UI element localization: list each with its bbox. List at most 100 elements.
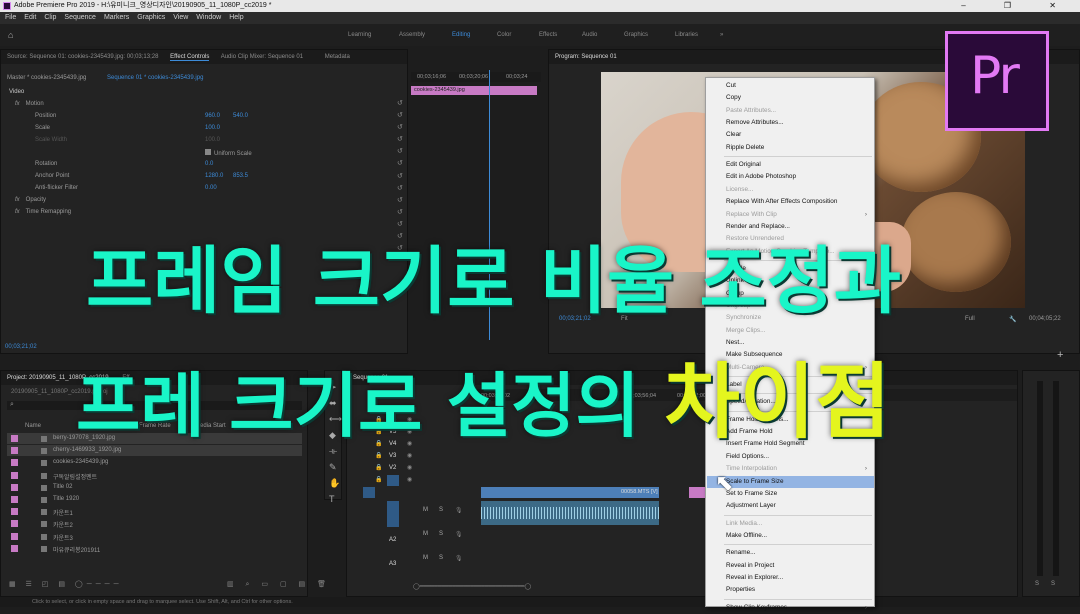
tab-effect-controls[interactable]: Effect Controls	[170, 54, 210, 61]
menu-item-properties[interactable]: Properties	[726, 584, 871, 596]
track-header-v1[interactable]: 🔒V1◉	[351, 475, 475, 486]
scale-width-value: 100.0	[205, 137, 221, 143]
motion-label[interactable]: fx Motion	[15, 101, 44, 107]
ec-clip-bar[interactable]: cookies-2345439.jpg	[411, 86, 537, 95]
uniform-scale-checkbox[interactable]: Uniform Scale	[205, 149, 252, 157]
sequence-clip-label[interactable]: Sequence 01 * cookies-2345439.jpg	[107, 75, 203, 81]
track-header-a1[interactable]: A1MS🎙	[351, 507, 475, 531]
microphone-icon[interactable]: 🎙	[455, 555, 463, 562]
timeline-clip-mts[interactable]: 00058.MTS [V]	[481, 487, 659, 498]
workspace-editing[interactable]: Editing	[452, 24, 470, 46]
menu-item-clear[interactable]: Clear	[726, 129, 871, 141]
menu-item-cut[interactable]: Cut	[726, 80, 871, 92]
lock-icon[interactable]: 🔒	[375, 464, 382, 471]
eye-icon[interactable]: ◉	[407, 476, 412, 483]
track-header-a3[interactable]: A3 M S 🎙	[351, 555, 475, 579]
menu-item-reveal-in-explorer[interactable]: Reveal in Explorer...	[726, 572, 871, 584]
menu-item-rename[interactable]: Rename...	[726, 547, 871, 559]
timeline-zoom-slider[interactable]: ◯━━━━━━━━━━━━━━━━━━━━━━━━━━━━━◯	[413, 583, 531, 590]
menu-window[interactable]: Window	[196, 14, 221, 21]
anchor-y-value[interactable]: 853.5	[233, 173, 248, 179]
v2-target[interactable]	[387, 475, 399, 486]
workspace-libraries[interactable]: Libraries	[675, 24, 698, 46]
workspace-more-icon[interactable]: »	[720, 24, 723, 46]
menu-item-ripple-delete[interactable]: Ripple Delete	[726, 142, 871, 154]
position-x-value[interactable]: 960.0	[205, 113, 220, 119]
solo-button[interactable]: S	[439, 555, 443, 561]
track-header-v2[interactable]: 🔒 V2 ◉	[351, 463, 475, 474]
window-title: Adobe Premiere Pro 2019 - H:\유미니크_영상디자인\…	[14, 2, 272, 9]
v1-source-patch[interactable]	[363, 487, 375, 498]
timeline-audio-clip[interactable]	[481, 501, 659, 525]
rotation-value[interactable]: 0.0	[205, 161, 213, 167]
project-bottom-toolbar[interactable]: ▦ ☰ ◰ ▤ ◯────	[9, 580, 123, 588]
anchor-x-value[interactable]: 1280.0	[205, 173, 223, 179]
menu-item-show-clip-keyframes[interactable]: Show Clip Keyframes ›	[726, 602, 871, 614]
label-color-swatch	[11, 508, 18, 516]
mute-button[interactable]: M	[423, 555, 428, 561]
project-item[interactable]: 카운트3	[7, 531, 302, 542]
menu-markers[interactable]: Markers	[104, 14, 129, 21]
home-icon[interactable]: ⌂	[8, 24, 13, 46]
project-actions-toolbar[interactable]: ▥ ⌕ ▭ ▢ ▤ 🗑	[227, 580, 331, 589]
lock-icon[interactable]: 🔒	[375, 476, 382, 483]
menu-file[interactable]: File	[5, 14, 16, 21]
position-y-value[interactable]: 540.0	[233, 113, 248, 119]
track-header-a2[interactable]: A2 M S 🎙	[351, 531, 475, 555]
workspace-audio[interactable]: Audio	[582, 24, 597, 46]
menu-item-adjustment-layer[interactable]: Adjustment Layer	[726, 500, 871, 512]
menu-item-remove-attributes[interactable]: Remove Attributes...	[726, 117, 871, 129]
menu-view[interactable]: View	[173, 14, 188, 21]
menu-item-set-to-frame-size[interactable]: Set to Frame Size	[726, 488, 871, 500]
tab-audio-clip-mixer[interactable]: Audio Clip Mixer: Sequence 01	[221, 54, 303, 60]
menu-item-copy[interactable]: Copy	[726, 92, 871, 104]
column-name[interactable]: Name	[25, 423, 41, 429]
menu-item-make-offline[interactable]: Make Offline...	[726, 530, 871, 542]
solo-button[interactable]: S	[439, 507, 443, 513]
a1-target[interactable]	[387, 501, 399, 527]
menu-clip[interactable]: Clip	[44, 14, 56, 21]
eye-icon[interactable]: ◉	[407, 464, 412, 471]
scale-value[interactable]: 100.0	[205, 125, 220, 131]
workspace-effects[interactable]: Effects	[539, 24, 557, 46]
wrench-icon[interactable]: 🔧	[1009, 316, 1016, 323]
project-item[interactable]: 구독알림설정멘트	[7, 470, 302, 481]
menu-sequence[interactable]: Sequence	[64, 14, 96, 21]
menu-item-edit-original[interactable]: Edit Original	[726, 159, 871, 171]
solo-button[interactable]: S	[439, 531, 443, 537]
project-item[interactable]: 카운트2	[7, 518, 302, 529]
master-clip-label[interactable]: Master * cookies-2345439.jpg	[7, 75, 86, 81]
project-item[interactable]: 마유큐리봉201911	[7, 543, 302, 554]
menu-item-reveal-in-project[interactable]: Reveal in Project	[726, 560, 871, 572]
meter-solo-left[interactable]: S	[1035, 581, 1039, 587]
timeline-clip-image[interactable]	[689, 487, 705, 498]
microphone-icon[interactable]: 🎙	[455, 507, 463, 514]
ec-current-time[interactable]: 00;03;21;02	[5, 344, 37, 350]
tab-metadata[interactable]: Metadata	[325, 54, 350, 60]
workspace-assembly[interactable]: Assembly	[399, 24, 425, 46]
meter-bar-left	[1037, 381, 1043, 576]
menu-help[interactable]: Help	[229, 14, 243, 21]
microphone-icon[interactable]: 🎙	[455, 531, 463, 538]
quality-dropdown[interactable]: Full	[965, 316, 975, 322]
project-item[interactable]: Title 1920	[7, 494, 302, 505]
menu-item-edit-in-adobe-photoshop[interactable]: Edit in Adobe Photoshop	[726, 171, 871, 183]
opacity-label[interactable]: fx Opacity	[15, 197, 46, 203]
project-item[interactable]: 카운트1	[7, 506, 302, 517]
project-item[interactable]: cookies-2345439.jpg	[7, 457, 302, 468]
mute-button[interactable]: M	[423, 531, 428, 537]
window-controls[interactable]: – ❐ ✕	[961, 0, 1074, 12]
meter-solo-right[interactable]: S	[1051, 581, 1055, 587]
mute-button[interactable]: M	[423, 507, 428, 513]
anti-flicker-value[interactable]: 0.00	[205, 185, 217, 191]
menu-graphics[interactable]: Graphics	[137, 14, 165, 21]
workspace-color[interactable]: Color	[497, 24, 511, 46]
workspace-learning[interactable]: Learning	[348, 24, 371, 46]
menu-edit[interactable]: Edit	[24, 14, 36, 21]
tab-source[interactable]: Source: Sequence 01: cookies-2345439.jpg…	[7, 54, 158, 60]
menu-item-replace-with-after-effects-composition[interactable]: Replace With After Effects Composition	[726, 196, 871, 208]
time-remapping-label[interactable]: fx Time Remapping	[15, 209, 71, 215]
project-item[interactable]: Title 02	[7, 482, 302, 493]
add-button-icon[interactable]: +	[1057, 349, 1063, 361]
workspace-graphics[interactable]: Graphics	[624, 24, 648, 46]
